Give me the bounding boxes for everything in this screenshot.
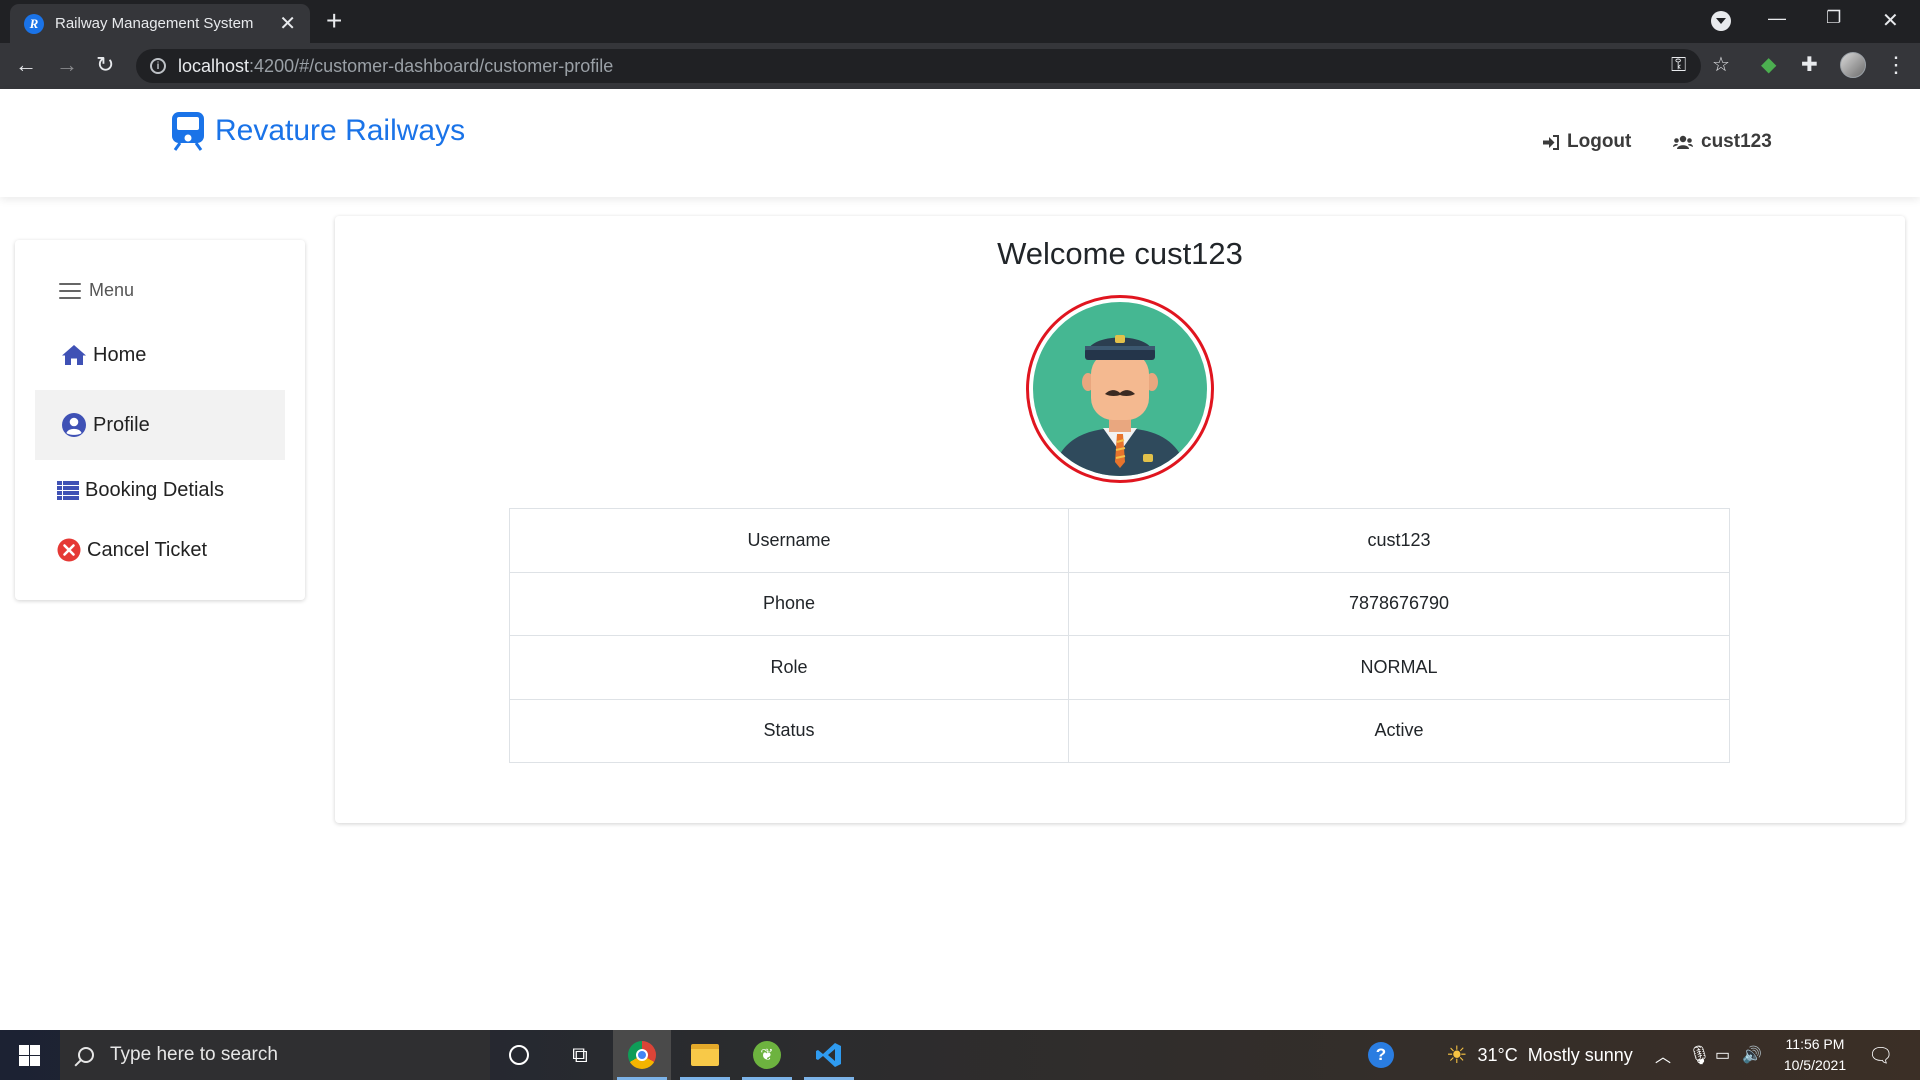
table-row: Username cust123	[509, 508, 1730, 573]
profile-details-table: Username cust123 Phone 7878676790 Role N…	[509, 508, 1730, 763]
tab-close-icon[interactable]: ✕	[279, 14, 296, 34]
url-text: localhost:4200/#/customer-dashboard/cust…	[178, 55, 614, 76]
search-icon	[78, 1047, 94, 1063]
vscode-icon[interactable]	[800, 1030, 858, 1080]
list-icon	[57, 480, 79, 500]
profile-card: Welcome cust123 Username cust123 Phone 7…	[335, 216, 1905, 823]
logout-label: Logout	[1567, 131, 1632, 152]
forward-icon[interactable]: →	[56, 52, 78, 78]
sidebar-item-profile[interactable]: Profile	[35, 390, 285, 460]
user-menu[interactable]: cust123	[1673, 131, 1772, 153]
sidebar-item-label: Home	[93, 343, 147, 366]
profile-avatar	[1026, 295, 1214, 483]
minimize-icon[interactable]: —	[1768, 8, 1786, 29]
key-icon[interactable]: ⚿	[1671, 53, 1686, 77]
clock-date: 10/5/2021	[1783, 1057, 1847, 1073]
extension-icon[interactable]: ◆	[1761, 53, 1776, 77]
table-row: Status Active	[509, 698, 1730, 763]
volume-icon[interactable]: 🔊	[1742, 1030, 1762, 1080]
address-bar[interactable]: i localhost:4200/#/customer-dashboard/cu…	[136, 49, 1701, 83]
field-label: Role	[509, 635, 1069, 700]
tab-title: Railway Management System	[55, 15, 254, 32]
conductor-avatar-icon	[1033, 302, 1207, 476]
user-circle-icon	[62, 413, 86, 437]
browser-tab-bar: R Railway Management System ✕ + — ❐ ✕	[0, 0, 1920, 43]
taskbar-clock[interactable]: 11:56 PM 10/5/2021	[1770, 1034, 1860, 1076]
chrome-taskbar-icon[interactable]	[613, 1030, 671, 1080]
weather-icon: ☀	[1446, 1041, 1468, 1069]
railway-favicon-icon: R	[24, 13, 44, 34]
brand-name: Revature Railways	[215, 114, 466, 147]
close-window-icon[interactable]: ✕	[1882, 8, 1899, 33]
spring-tool-suite-icon[interactable]: ❦	[738, 1030, 796, 1080]
sidebar-item-label: Profile	[93, 413, 150, 436]
site-info-icon[interactable]: i	[150, 58, 166, 74]
windows-start-icon[interactable]	[19, 1045, 40, 1066]
sidebar-item-cancel-ticket[interactable]: Cancel Ticket	[35, 515, 285, 585]
hamburger-icon	[59, 282, 81, 299]
puzzle-extensions-icon[interactable]: ✚	[1801, 53, 1818, 77]
browser-tab[interactable]: R Railway Management System ✕	[10, 4, 310, 43]
field-value: 7878676790	[1068, 571, 1730, 636]
username-label: cust123	[1701, 131, 1772, 152]
sidebar-menu: Menu Home Profile Booking Detials Cancel…	[15, 240, 305, 600]
browser-toolbar: ← → ↻ i localhost:4200/#/customer-dashbo…	[0, 43, 1920, 89]
back-icon[interactable]: ←	[15, 52, 37, 78]
welcome-heading: Welcome cust123	[997, 236, 1243, 271]
reload-icon[interactable]: ↻	[96, 52, 114, 78]
field-value: cust123	[1068, 508, 1730, 573]
field-value: Active	[1068, 698, 1730, 763]
logout-icon	[1543, 134, 1559, 150]
table-row: Phone 7878676790	[509, 571, 1730, 636]
show-hidden-icons[interactable]: ︿	[1655, 1030, 1671, 1080]
field-label: Username	[509, 508, 1069, 573]
task-view-icon[interactable]: ⧉	[551, 1030, 609, 1080]
notifications-icon[interactable]: 🗨	[1868, 1030, 1893, 1080]
tab-search-icon[interactable]	[1711, 11, 1731, 31]
cancel-circle-icon	[57, 538, 81, 562]
chrome-menu-icon[interactable]: ⋮	[1885, 53, 1907, 77]
field-label: Status	[509, 698, 1069, 763]
taskbar-search-placeholder: Type here to search	[110, 1044, 278, 1065]
microphone-icon[interactable]: 🎙	[1688, 1030, 1711, 1080]
brand[interactable]: Revature Railways	[170, 111, 465, 151]
weather-text: 31°C Mostly sunny	[1477, 1044, 1633, 1065]
field-value: NORMAL	[1068, 635, 1730, 700]
battery-icon[interactable]: ▭	[1715, 1030, 1730, 1080]
sidebar-item-home[interactable]: Home	[35, 320, 285, 390]
menu-toggle[interactable]: Menu	[59, 280, 134, 301]
clock-time: 11:56 PM	[1785, 1036, 1845, 1052]
file-explorer-icon[interactable]	[676, 1030, 734, 1080]
logout-link[interactable]: Logout	[1542, 131, 1631, 153]
help-tray-icon[interactable]: ?	[1368, 1030, 1394, 1080]
sidebar-item-label: Cancel Ticket	[87, 538, 208, 561]
windows-taskbar: Type here to search ⧉ ❦ ? ☀ 31°C Mostly …	[0, 1030, 1920, 1080]
restore-icon[interactable]: ❐	[1826, 8, 1841, 28]
users-icon	[1673, 135, 1693, 149]
bookmark-star-icon[interactable]: ☆	[1712, 53, 1730, 77]
train-logo-icon	[172, 112, 204, 151]
field-label: Phone	[509, 571, 1069, 636]
table-row: Role NORMAL	[509, 635, 1730, 700]
taskbar-search[interactable]: Type here to search	[60, 1030, 490, 1080]
cortana-icon[interactable]	[490, 1030, 548, 1080]
chrome-profile-avatar[interactable]	[1840, 52, 1866, 78]
menu-label: Menu	[89, 280, 135, 300]
weather-widget[interactable]: ☀ 31°C Mostly sunny	[1446, 1030, 1633, 1080]
sidebar-item-label: Booking Detials	[85, 478, 224, 501]
home-icon	[62, 345, 86, 365]
new-tab-icon[interactable]: +	[326, 7, 342, 35]
app-navbar: Revature Railways Logout cust123	[0, 89, 1920, 197]
